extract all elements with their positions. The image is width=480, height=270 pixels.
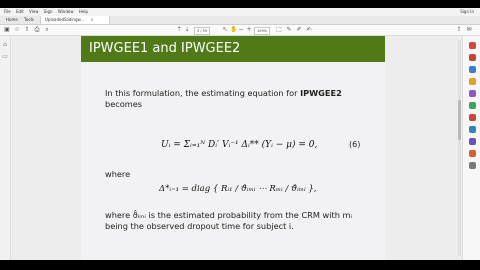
redact-icon[interactable] xyxy=(469,114,476,121)
protect-icon[interactable] xyxy=(469,126,476,133)
select-icon[interactable]: ↖ xyxy=(222,27,228,33)
star-icon[interactable]: ☆ xyxy=(14,27,20,33)
fill-sign-icon[interactable] xyxy=(469,150,476,157)
page-number-field[interactable]: 5 / 59 xyxy=(194,27,211,35)
sign-in-link[interactable]: Sign In xyxy=(460,8,474,16)
menu-bar: File Edit View Sign Window Help Sign In xyxy=(0,8,480,16)
menu-view[interactable]: View xyxy=(29,8,39,16)
slide-title: IPWGEE1 and IPWGEE2 xyxy=(89,41,241,56)
share-icon[interactable]: ⇪ xyxy=(456,27,462,33)
tab-tools[interactable]: Tools xyxy=(20,16,38,24)
tab-tools-label: Tools xyxy=(24,17,34,22)
zoom-level-field[interactable]: 109% xyxy=(254,27,271,35)
tab-home[interactable]: Home xyxy=(2,16,22,24)
create-pdf-icon[interactable] xyxy=(469,54,476,61)
search-icon[interactable]: ⌕ xyxy=(44,27,50,33)
left-rail: ⌂ ▭ xyxy=(0,36,11,260)
menu-edit[interactable]: Edit xyxy=(16,8,24,16)
comment-icon[interactable]: ✎ xyxy=(286,27,292,33)
next-page-icon[interactable]: ⇣ xyxy=(184,27,190,33)
more-tools-icon[interactable] xyxy=(469,162,476,169)
vertical-scrollbar[interactable] xyxy=(458,40,461,256)
equation-number: (6) xyxy=(349,140,361,149)
pdf-page: IPWGEE1 and IPWGEE2 In this formulation,… xyxy=(81,36,385,260)
close-icon[interactable]: × xyxy=(90,17,93,22)
tab-bar: Home Tools UploadedSlidingw... × xyxy=(0,16,480,25)
zoom-value: 109% xyxy=(257,29,268,33)
slide-header: IPWGEE1 and IPWGEE2 xyxy=(81,36,385,62)
print-icon[interactable]: ⎙ xyxy=(34,27,40,33)
fit-page-icon[interactable]: ⬚ xyxy=(276,27,282,33)
window-titlebar xyxy=(0,0,480,8)
export-pdf-icon[interactable] xyxy=(469,42,476,49)
paragraph-1: In this formulation, the estimating equa… xyxy=(105,88,375,99)
menu-help[interactable]: Help xyxy=(79,8,88,16)
edit-pdf-icon[interactable] xyxy=(469,66,476,73)
right-tools-panel xyxy=(462,36,480,260)
equation-6: Uᵢ = Σᵢ₌₁ᴺ Dᵢ′ Vᵢ⁻¹ Δᵢ** (Yᵢ − μ) = 0, xyxy=(161,140,318,150)
sign-icon[interactable]: ✍ xyxy=(306,27,312,33)
pages-icon[interactable]: ▭ xyxy=(2,54,8,60)
hand-icon[interactable]: ✋ xyxy=(230,27,237,33)
scrollbar-thumb[interactable] xyxy=(458,100,461,140)
compress-icon[interactable] xyxy=(469,138,476,145)
taskbar xyxy=(0,260,480,270)
paragraph-1-continued: becomes xyxy=(105,99,143,109)
tab-home-label: Home xyxy=(6,17,18,22)
menu-window[interactable]: Window xyxy=(58,8,74,16)
highlight-icon[interactable]: ✐ xyxy=(296,27,302,33)
menu-sign[interactable]: Sign xyxy=(44,8,53,16)
comment-tool-icon[interactable] xyxy=(469,78,476,85)
tab-document[interactable]: UploadedSlidingw... × xyxy=(40,16,110,24)
mail-icon[interactable]: ✉ xyxy=(466,27,472,33)
where-label: where xyxy=(105,169,131,179)
toolbar: ▣ ☆ ⇧ ⎙ ⌕ ⇡ ⇣ 5 / 59 ↖ ✋ − + 109% ⬚ ✎ ✐ … xyxy=(0,25,480,36)
paragraph-2-line-1: where ϑ̂ᵢₘᵢ is the estimated probability… xyxy=(105,210,352,220)
prev-page-icon[interactable]: ⇡ xyxy=(176,27,182,33)
tab-document-label: UploadedSlidingw... xyxy=(45,17,85,22)
save-icon[interactable]: ▣ xyxy=(4,27,10,33)
zoom-in-icon[interactable]: + xyxy=(246,27,252,33)
organize-pages-icon[interactable] xyxy=(469,102,476,109)
zoom-out-icon[interactable]: − xyxy=(238,27,244,33)
page-total: / 59 xyxy=(200,29,208,33)
combine-files-icon[interactable] xyxy=(469,90,476,97)
paragraph-1-text: In this formulation, the estimating equa… xyxy=(105,88,301,98)
paragraph-2-line-2: being the observed dropout time for subj… xyxy=(105,221,294,231)
page-current: 5 xyxy=(197,29,200,33)
equation-delta: Δ*ᵢ₌₁ = diag { Rᵢ₁ / ϑ̂ᵢₘᵢ ⋯ Rₘᵢ / ϑ̂ᵢₘᵢ… xyxy=(159,184,317,194)
upload-icon[interactable]: ⇧ xyxy=(24,27,30,33)
paragraph-1-bold: IPWGEE2 xyxy=(300,88,342,98)
bookmark-icon[interactable]: ⌂ xyxy=(2,42,8,48)
menu-file[interactable]: File xyxy=(4,8,11,16)
